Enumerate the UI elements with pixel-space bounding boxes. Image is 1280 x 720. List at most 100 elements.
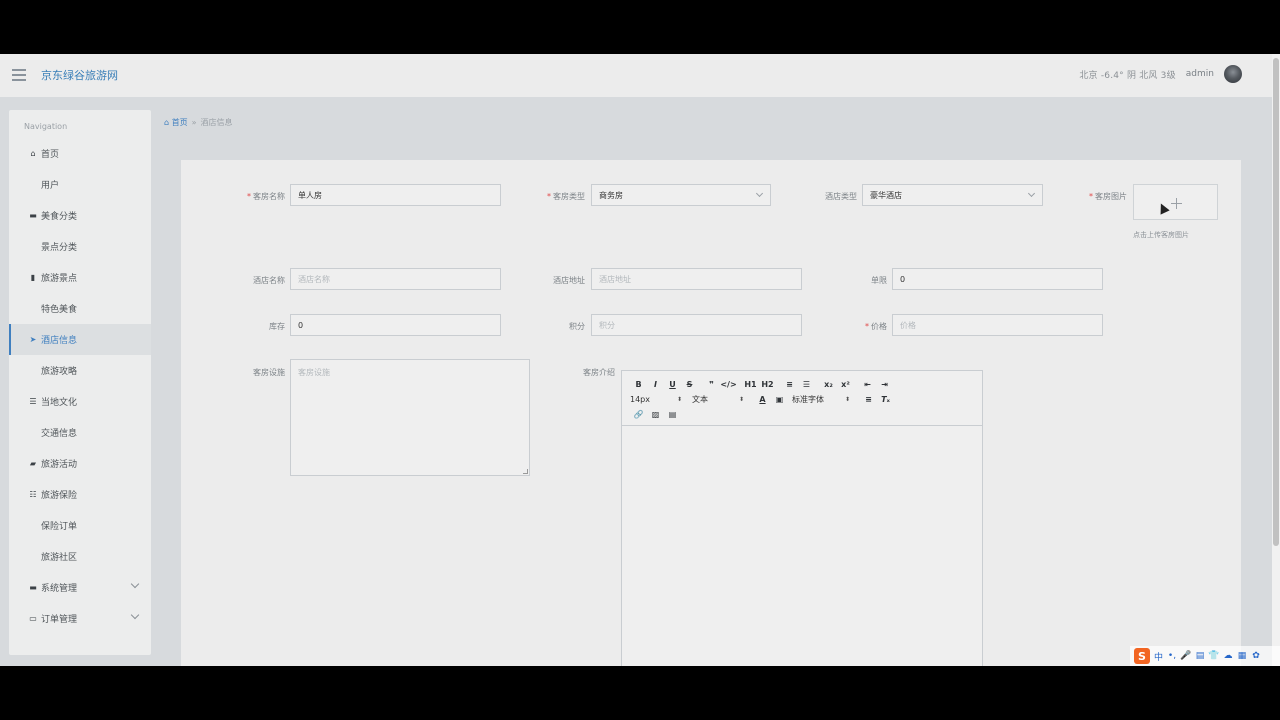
hotel-name-label: 酒店名称 [253,276,285,285]
punctuation-icon[interactable]: •, [1167,651,1177,661]
underline-icon[interactable]: U [664,378,681,392]
indent-icon[interactable]: ⇥ [876,378,893,392]
settings-icon[interactable]: ✿ [1251,651,1261,661]
breadcrumb: ⌂ 首页 » 酒店信息 [164,117,233,128]
points-label: 积分 [569,322,585,331]
toolbar-row-3: 🔗 ▨ ▤ [630,407,974,422]
font-color-icon[interactable]: A [754,393,771,407]
hotel-name-input[interactable]: 酒店名称 [290,268,501,290]
cloud-icon[interactable]: ☁ [1223,651,1233,661]
sidebar-item-9[interactable]: 交通信息 [9,417,151,448]
toolbar-row-1: B I U S ❞ </> H1 H2 ≡ ☰ x₂ x² ⇤ ⇥ [630,377,974,392]
sidebar-item-13[interactable]: 旅游社区 [9,541,151,572]
sidebar-item-11[interactable]: ☷ 旅游保险 [9,479,151,510]
sidebar-item-label: 交通信息 [41,429,78,439]
app-screen: 京东绿谷旅游网 北京 -6.4° 阴 北风 3级 admin Navigatio… [0,54,1280,666]
microphone-icon[interactable]: 🎤 [1180,651,1191,661]
chevron-down-icon [1027,189,1036,198]
sidebar-item-15[interactable]: ▭ 订单管理 [9,603,151,634]
hotel-address-input[interactable]: 酒店地址 [591,268,802,290]
editor-content-area[interactable] [622,426,982,666]
menu-toggle-icon[interactable] [12,69,26,81]
keyboard-icon[interactable]: ▤ [1195,651,1205,661]
sidebar-item-12[interactable]: 保险订单 [9,510,151,541]
bullet-list-icon[interactable]: ☰ [798,378,815,392]
sidebar: Navigation ⌂ 首页 用户 ▬ 美食分类 景点分类 ▮ 旅游景点 特色美食 ➤ 酒店信息旅… [9,110,151,655]
outdent-icon[interactable]: ⇤ [859,378,876,392]
monitor-icon: ▬ [29,583,37,592]
strike-icon[interactable]: S [681,378,698,392]
sidebar-item-label: 酒店信息 [41,336,78,346]
sidebar-item-label: 特色美食 [41,305,78,315]
image-upload-button[interactable] [1133,184,1218,220]
font-size-select[interactable]: 14px ⬍ [630,395,682,404]
header-2-icon[interactable]: H2 [759,378,776,392]
sidebar-item-7[interactable]: 旅游攻略 [9,355,151,386]
stock-label: 库存 [269,322,285,331]
points-input[interactable]: 积分 [591,314,802,336]
hotel-type-select[interactable]: 豪华酒店 [862,184,1043,206]
weather-info: 北京 -6.4° 阴 北风 3级 [1079,70,1176,81]
facilities-textarea[interactable]: 客房设施 [290,359,530,476]
bold-icon[interactable]: B [630,378,647,392]
grid-icon [28,366,38,376]
ime-language-toggle[interactable]: 中 [1154,650,1163,663]
ordered-list-icon[interactable]: ≡ [781,378,798,392]
subscript-icon[interactable]: x₂ [820,378,837,392]
sidebar-item-2[interactable]: ▬ 美食分类 [9,200,151,231]
grid-icon [28,304,38,314]
upload-hint: 点击上传客房图片 [1133,231,1189,239]
header-1-icon[interactable]: H1 [742,378,759,392]
sidebar-item-label: 订单管理 [41,615,78,625]
system-tray: S 中 •, 🎤 ▤ 👕 ☁ ▦ ✿ [1130,646,1280,666]
italic-icon[interactable]: I [647,378,664,392]
scrollbar-thumb[interactable] [1273,58,1279,546]
hotel-form-panel: * 客房名称 单人房 * 客房类型 商务房 酒店类型 豪华酒店 * 客房图片 点击上传… [181,160,1241,666]
image-icon[interactable]: ▨ [647,408,664,422]
breadcrumb-home[interactable]: ⌂ 首页 [164,117,188,128]
room-type-select[interactable]: 商务房 [591,184,771,206]
stock-input[interactable]: 0 [290,314,501,336]
resize-handle-icon[interactable] [523,469,528,474]
sidebar-item-6[interactable]: ➤ 酒店信息 [9,324,151,355]
sidebar-item-0[interactable]: ⌂ 首页 [9,138,151,169]
room-name-input[interactable]: 单人房 [290,184,501,206]
send-icon: ➤ [29,335,37,344]
top-bar: 京东绿谷旅游网 北京 -6.4° 阴 北风 3级 admin [0,54,1272,97]
page-scrollbar[interactable] [1272,54,1280,666]
limit-input[interactable]: 0 [892,268,1103,290]
blockquote-icon[interactable]: ❞ [703,378,720,392]
skin-icon[interactable]: 👕 [1208,651,1219,661]
toolbox-icon[interactable]: ▦ [1237,651,1247,661]
room-type-label: * 客房类型 [547,192,585,201]
sidebar-item-label: 旅游攻略 [41,367,78,377]
code-block-icon[interactable]: </> [720,378,737,392]
header-right: 北京 -6.4° 阴 北风 3级 admin [1079,65,1242,83]
link-icon[interactable]: 🔗 [630,408,647,422]
price-input[interactable]: 价格 [892,314,1103,336]
app-title[interactable]: 京东绿谷旅游网 [41,67,118,83]
limit-label: 单限 [871,276,887,285]
sidebar-item-4[interactable]: ▮ 旅游景点 [9,262,151,293]
editor-toolbar: B I U S ❞ </> H1 H2 ≡ ☰ x₂ x² ⇤ ⇥ 14px ⬍ 文本 ⬍ A ▣ 标准字体 ⬍… [622,371,982,426]
sidebar-item-1[interactable]: 用户 [9,169,151,200]
avatar[interactable] [1224,65,1242,83]
sidebar-item-8[interactable]: ☰ 当地文化 [9,386,151,417]
superscript-icon[interactable]: x² [837,378,854,392]
font-family-select[interactable]: 标准字体 ⬍ [792,394,850,405]
background-color-icon[interactable]: ▣ [771,393,788,407]
align-icon[interactable]: ≡ [860,393,877,407]
toolbar-row-2: 14px ⬍ 文本 ⬍ A ▣ 标准字体 ⬍ ≡ Tₓ [630,392,974,407]
sidebar-item-label: 美食分类 [41,212,78,222]
list-icon: ☰ [29,397,37,406]
sidebar-item-10[interactable]: ▰ 旅游活动 [9,448,151,479]
username[interactable]: admin [1186,69,1214,79]
sidebar-item-3[interactable]: 景点分类 [9,231,151,262]
sidebar-item-5[interactable]: 特色美食 [9,293,151,324]
sogou-ime-icon[interactable]: S [1134,648,1150,664]
sidebar-item-label: 旅游活动 [41,460,78,470]
text-format-select[interactable]: 文本 ⬍ [692,394,744,405]
video-icon[interactable]: ▤ [664,408,681,422]
clear-format-icon[interactable]: Tₓ [877,393,894,407]
sidebar-item-14[interactable]: ▬ 系统管理 [9,572,151,603]
